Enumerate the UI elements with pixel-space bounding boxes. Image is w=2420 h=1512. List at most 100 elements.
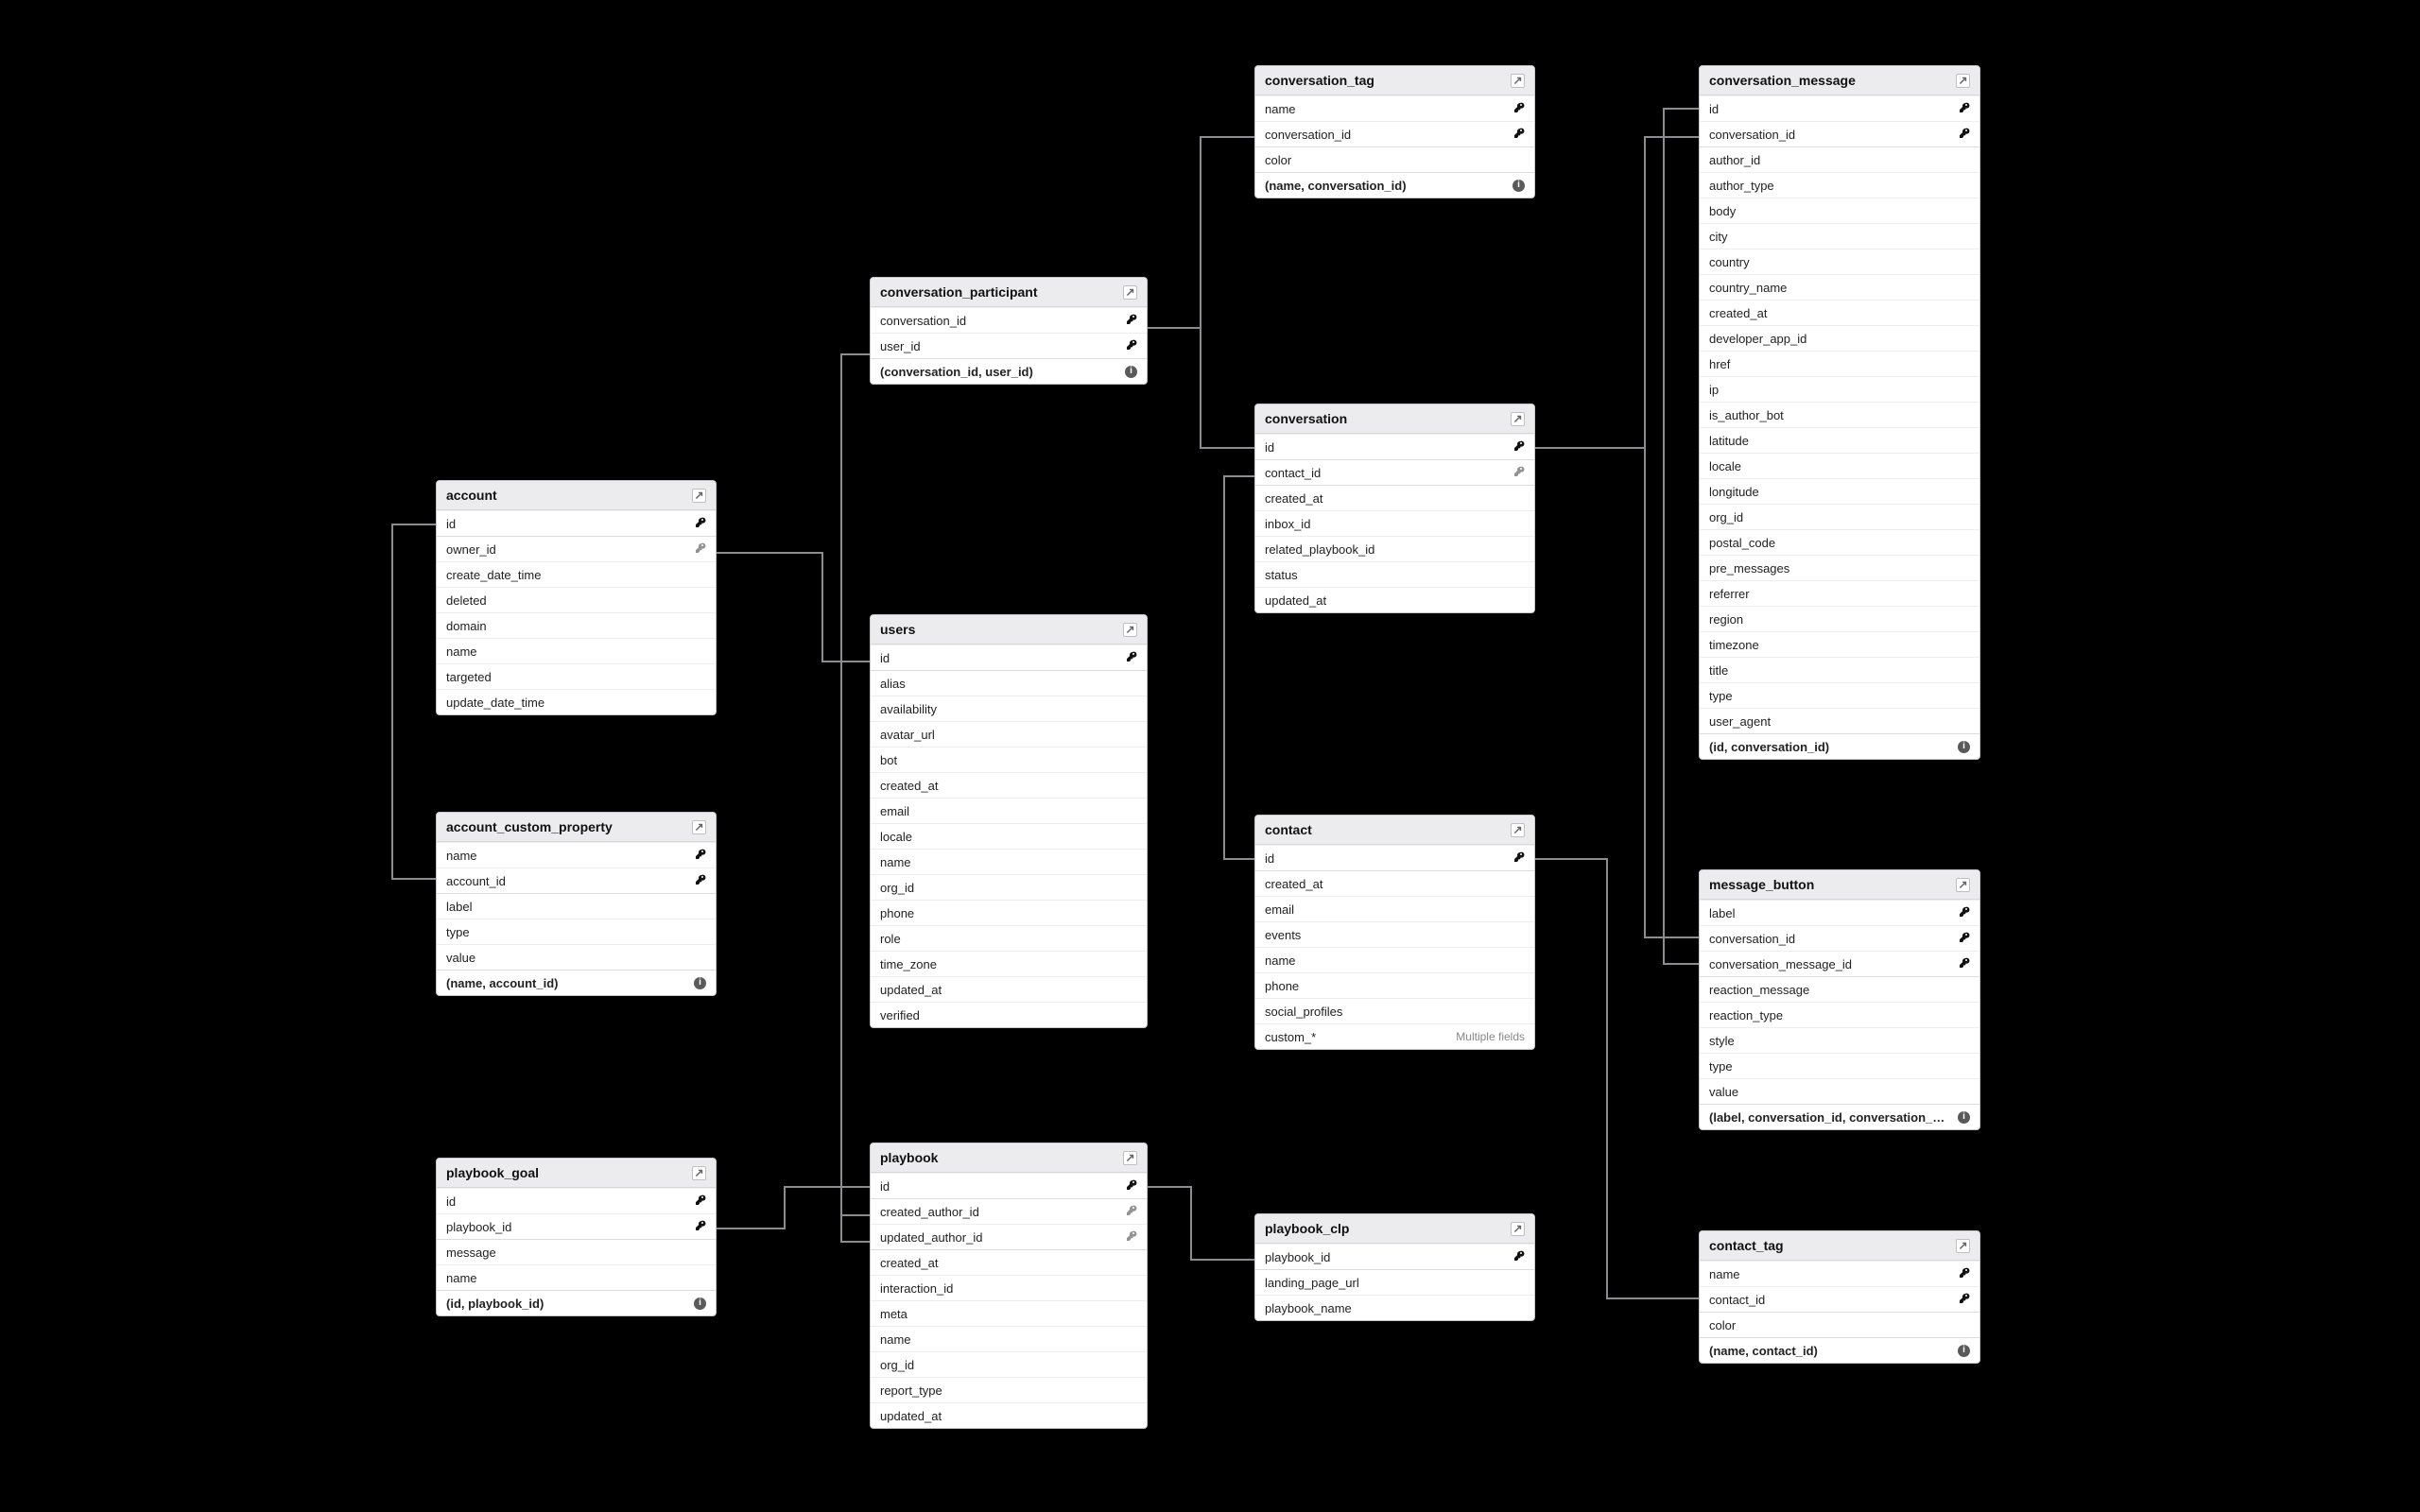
field-row[interactable]: time_zone xyxy=(871,951,1147,976)
field-row[interactable]: social_profiles xyxy=(1255,998,1534,1023)
field-row[interactable]: city xyxy=(1700,223,1979,249)
open-icon[interactable]: ↗ xyxy=(692,820,706,834)
field-row[interactable]: email xyxy=(871,798,1147,823)
field-row[interactable]: updated_author_id xyxy=(871,1224,1147,1249)
field-row[interactable]: domain xyxy=(437,612,716,638)
field-row[interactable]: report_type xyxy=(871,1377,1147,1402)
index-row[interactable]: (name, contact_id)i xyxy=(1700,1337,1979,1363)
field-row[interactable]: account_id xyxy=(437,868,716,893)
open-icon[interactable]: ↗ xyxy=(1511,74,1525,88)
table-header[interactable]: conversation_message↗ xyxy=(1700,66,1979,95)
field-row[interactable]: style xyxy=(1700,1027,1979,1053)
open-icon[interactable]: ↗ xyxy=(1123,623,1137,637)
table-message_button[interactable]: message_button↗labelconversation_idconve… xyxy=(1699,869,1980,1130)
field-row[interactable]: contact_id xyxy=(1700,1286,1979,1312)
field-row[interactable]: status xyxy=(1255,561,1534,587)
field-row[interactable]: locale xyxy=(871,823,1147,849)
field-row[interactable]: id xyxy=(1255,434,1534,459)
field-row[interactable]: verified xyxy=(871,1002,1147,1027)
field-row[interactable]: message xyxy=(437,1239,716,1264)
index-row[interactable]: (name, conversation_id)i xyxy=(1255,172,1534,198)
open-icon[interactable]: ↗ xyxy=(1511,1222,1525,1236)
field-row[interactable]: meta xyxy=(871,1300,1147,1326)
table-header[interactable]: playbook_goal↗ xyxy=(437,1159,716,1188)
field-row[interactable]: phone xyxy=(1255,972,1534,998)
field-row[interactable]: created_author_id xyxy=(871,1198,1147,1224)
field-row[interactable]: longitude xyxy=(1700,478,1979,504)
field-row[interactable]: name xyxy=(437,842,716,868)
field-row[interactable]: type xyxy=(1700,1053,1979,1078)
field-row[interactable]: related_playbook_id xyxy=(1255,536,1534,561)
table-header[interactable]: conversation↗ xyxy=(1255,404,1534,434)
table-playbook_goal[interactable]: playbook_goal↗idplaybook_idmessagename(i… xyxy=(436,1158,717,1316)
field-row[interactable]: value xyxy=(437,944,716,970)
field-row[interactable]: playbook_name xyxy=(1255,1295,1534,1320)
field-row[interactable]: email xyxy=(1255,896,1534,921)
table-contact_tag[interactable]: contact_tag↗namecontact_idcolor(name, co… xyxy=(1699,1230,1980,1364)
field-row[interactable]: pre_messages xyxy=(1700,555,1979,580)
field-row[interactable]: type xyxy=(437,919,716,944)
field-row[interactable]: conversation_message_id xyxy=(1700,951,1979,976)
open-icon[interactable]: ↗ xyxy=(1956,878,1970,892)
field-row[interactable]: playbook_id xyxy=(1255,1244,1534,1269)
field-row[interactable]: update_date_time xyxy=(437,689,716,714)
field-row[interactable]: id xyxy=(871,644,1147,670)
field-row[interactable]: availability xyxy=(871,696,1147,721)
field-row[interactable]: created_at xyxy=(1700,300,1979,325)
table-conversation_message[interactable]: conversation_message↗idconversation_idau… xyxy=(1699,65,1980,760)
index-row[interactable]: (id, conversation_id)i xyxy=(1700,733,1979,759)
table-playbook_clp[interactable]: playbook_clp↗playbook_idlanding_page_url… xyxy=(1254,1213,1535,1321)
field-row[interactable]: owner_id xyxy=(437,536,716,561)
field-row[interactable]: conversation_id xyxy=(1700,121,1979,146)
open-icon[interactable]: ↗ xyxy=(1511,412,1525,426)
field-row[interactable]: country xyxy=(1700,249,1979,274)
index-row[interactable]: (conversation_id, user_id)i xyxy=(871,358,1147,384)
index-row[interactable]: (label, conversation_id, conversation_…i xyxy=(1700,1104,1979,1129)
field-row[interactable]: user_agent xyxy=(1700,708,1979,733)
field-row[interactable]: name xyxy=(871,849,1147,874)
field-row[interactable]: reaction_message xyxy=(1700,976,1979,1002)
field-row[interactable]: body xyxy=(1700,198,1979,223)
field-row[interactable]: author_type xyxy=(1700,172,1979,198)
field-row[interactable]: contact_id xyxy=(1255,459,1534,485)
table-header[interactable]: account_custom_property↗ xyxy=(437,813,716,842)
field-row[interactable]: type xyxy=(1700,682,1979,708)
field-row[interactable]: id xyxy=(871,1173,1147,1198)
field-row[interactable]: timezone xyxy=(1700,631,1979,657)
field-row[interactable]: updated_at xyxy=(871,976,1147,1002)
open-icon[interactable]: ↗ xyxy=(1511,823,1525,837)
field-row[interactable]: postal_code xyxy=(1700,529,1979,555)
table-header[interactable]: contact_tag↗ xyxy=(1700,1231,1979,1261)
open-icon[interactable]: ↗ xyxy=(1123,1151,1137,1165)
field-row[interactable]: conversation_id xyxy=(871,307,1147,333)
field-row[interactable]: developer_app_id xyxy=(1700,325,1979,351)
field-row[interactable]: label xyxy=(437,893,716,919)
field-row[interactable]: id xyxy=(1255,845,1534,870)
field-row[interactable]: created_at xyxy=(1255,870,1534,896)
field-row[interactable]: referrer xyxy=(1700,580,1979,606)
field-row[interactable]: alias xyxy=(871,670,1147,696)
field-row[interactable]: id xyxy=(437,510,716,536)
table-header[interactable]: conversation_participant↗ xyxy=(871,278,1147,307)
field-row[interactable]: id xyxy=(1700,95,1979,121)
open-icon[interactable]: ↗ xyxy=(1956,1239,1970,1253)
field-row[interactable]: role xyxy=(871,925,1147,951)
table-header[interactable]: conversation_tag↗ xyxy=(1255,66,1534,95)
field-row[interactable]: title xyxy=(1700,657,1979,682)
table-header[interactable]: playbook↗ xyxy=(871,1143,1147,1173)
field-row[interactable]: updated_at xyxy=(871,1402,1147,1428)
table-conversation[interactable]: conversation↗idcontact_idcreated_atinbox… xyxy=(1254,404,1535,613)
table-playbook[interactable]: playbook↗idcreated_author_idupdated_auth… xyxy=(870,1143,1148,1429)
field-row[interactable]: name xyxy=(1255,95,1534,121)
table-users[interactable]: users↗idaliasavailabilityavatar_urlbotcr… xyxy=(870,614,1148,1028)
field-row[interactable]: org_id xyxy=(871,874,1147,900)
diagram-canvas[interactable]: account↗idowner_idcreate_date_timedelete… xyxy=(0,0,2420,1512)
open-icon[interactable]: ↗ xyxy=(692,489,706,503)
field-row[interactable]: org_id xyxy=(871,1351,1147,1377)
open-icon[interactable]: ↗ xyxy=(1123,285,1137,300)
field-row[interactable]: inbox_id xyxy=(1255,510,1534,536)
field-row[interactable]: value xyxy=(1700,1078,1979,1104)
table-conversation_tag[interactable]: conversation_tag↗nameconversation_idcolo… xyxy=(1254,65,1535,198)
field-row[interactable]: region xyxy=(1700,606,1979,631)
field-row[interactable]: reaction_type xyxy=(1700,1002,1979,1027)
